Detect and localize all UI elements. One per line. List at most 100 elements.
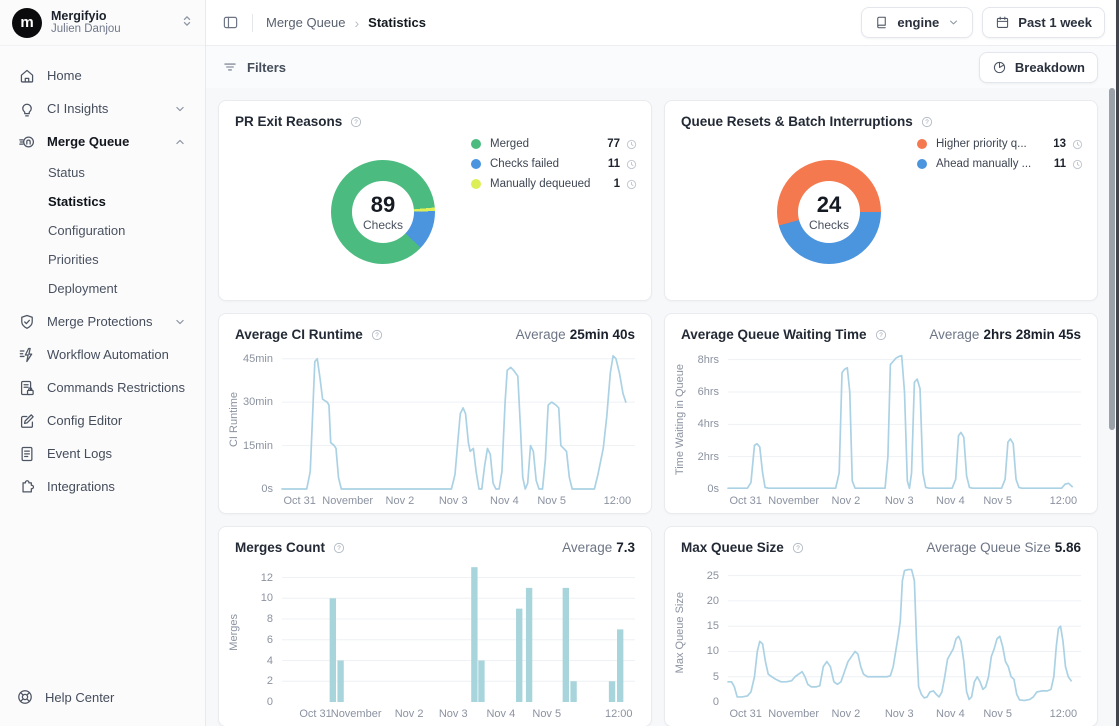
sidebar-subitem-configuration[interactable]: Configuration [10, 216, 195, 245]
breadcrumb-merge-queue[interactable]: Merge Queue [266, 15, 346, 30]
x-tick-label: Nov 3 [439, 495, 468, 507]
x-tick-label: Oct 31 [729, 708, 761, 720]
sidebar-item-merge-queue[interactable]: Merge Queue [10, 125, 195, 158]
topbar-divider [252, 14, 253, 32]
x-tick-label: November [331, 708, 382, 720]
legend-item[interactable]: Ahead manually ...11 [917, 154, 1083, 174]
x-axis-ticks: Oct 31NovemberNov 2Nov 3Nov 4Nov 512:00 [282, 489, 635, 509]
sidebar-item-event-logs[interactable]: Event Logs [10, 437, 195, 470]
legend-color-dot [471, 139, 481, 149]
sidebar-item-label: Home [47, 68, 187, 83]
topbar: Merge Queue › Statistics engine Past 1 w… [206, 0, 1119, 46]
legend-item[interactable]: Manually dequeued1 [471, 174, 637, 194]
workflow-bolt-icon [18, 346, 36, 364]
help-icon[interactable]: ? [874, 328, 888, 342]
y-tick-label: 2hrs [698, 451, 719, 463]
line-chart[interactable] [282, 350, 635, 489]
x-tick-label: Oct 31 [299, 708, 331, 720]
sidebar-item-home[interactable]: Home [10, 59, 195, 92]
sidebar-item-commands-restrictions[interactable]: Commands Restrictions [10, 371, 195, 404]
card-pr-exit-reasons: PR Exit Reasons ? 89 Checks Merged77Chec… [218, 100, 652, 301]
filters-button[interactable]: Filters [222, 59, 286, 75]
doc-lock-icon [18, 379, 36, 397]
repository-select[interactable]: engine [861, 7, 973, 38]
help-icon[interactable]: ? [370, 328, 384, 342]
y-axis-title: CI Runtime [227, 350, 240, 509]
scrollbar-thumb[interactable] [1109, 88, 1115, 430]
svg-text:?: ? [925, 119, 929, 126]
x-tick-label: Nov 3 [439, 708, 468, 720]
sidebar-item-config-editor[interactable]: Config Editor [10, 404, 195, 437]
main-content: PR Exit Reasons ? 89 Checks Merged77Chec… [206, 88, 1119, 726]
y-axis-title: Merges [227, 563, 240, 722]
card-title: Average CI Runtime [235, 327, 363, 342]
help-icon[interactable]: ? [332, 541, 346, 555]
bar-chart[interactable] [282, 563, 635, 702]
sidebar-toggle-button[interactable] [222, 14, 239, 31]
x-tick-label: Nov 5 [532, 708, 561, 720]
sidebar-subitem-deployment[interactable]: Deployment [10, 274, 195, 303]
x-tick-label: Nov 4 [486, 708, 515, 720]
sidebar-item-workflow-automation[interactable]: Workflow Automation [10, 338, 195, 371]
sidebar-subitem-priorities[interactable]: Priorities [10, 245, 195, 274]
line-chart[interactable] [728, 350, 1081, 489]
breakdown-label: Breakdown [1015, 60, 1085, 75]
chart-legend: Higher priority q...13Ahead manually ...… [917, 134, 1083, 174]
lifebuoy-icon [16, 688, 34, 706]
help-center-link[interactable]: Help Center [16, 688, 114, 706]
chart-legend: Merged77Checks failed11Manually dequeued… [471, 134, 637, 194]
legend-item[interactable]: Merged77 [471, 134, 637, 154]
y-axis-ticks: 0s2hrs4hrs6hrs8hrs [686, 350, 728, 489]
clock-icon [1072, 159, 1083, 170]
legend-color-dot [471, 159, 481, 169]
y-tick-label: 10 [261, 592, 273, 604]
legend-label: Higher priority q... [936, 138, 1048, 150]
x-tick-label: Nov 5 [537, 495, 566, 507]
edit-icon [18, 412, 36, 430]
x-tick-label: November [768, 708, 819, 720]
legend-label: Merged [490, 138, 602, 150]
x-tick-label: Nov 3 [885, 708, 914, 720]
puzzle-icon [18, 478, 36, 496]
help-icon[interactable]: ? [920, 115, 934, 129]
donut-chart[interactable]: 89 Checks [331, 160, 435, 264]
y-tick-label: 2 [267, 675, 273, 687]
sidebar-item-ci-insights[interactable]: CI Insights [10, 92, 195, 125]
date-range-button[interactable]: Past 1 week [982, 7, 1105, 38]
sidebar-subitem-statistics[interactable]: Statistics [10, 187, 195, 216]
y-tick-label: 15 [707, 620, 719, 632]
y-tick-label: 8 [267, 613, 273, 625]
x-tick-label: 12:00 [1050, 495, 1078, 507]
y-tick-label: 45min [243, 353, 273, 365]
donut-total-label: Checks [809, 218, 849, 232]
x-tick-label: Nov 4 [490, 495, 519, 507]
y-tick-label: 5 [713, 671, 719, 683]
y-axis-ticks: 024681012 [240, 563, 282, 702]
sidebar-item-label: CI Insights [47, 101, 162, 116]
y-axis-title: Max Queue Size [673, 563, 686, 722]
x-tick-label: Nov 3 [885, 495, 914, 507]
breadcrumb-statistics: Statistics [368, 15, 426, 30]
legend-item[interactable]: Higher priority q...13 [917, 134, 1083, 154]
sidebar-item-label: Workflow Automation [47, 347, 187, 362]
card-queue-resets: Queue Resets & Batch Interruptions ? 24 … [664, 100, 1098, 301]
legend-item[interactable]: Checks failed11 [471, 154, 637, 174]
org-name: Mergifyio [51, 9, 179, 23]
sidebar-subitem-status[interactable]: Status [10, 158, 195, 187]
org-switcher[interactable]: m Mergifyio Julien Danjou [0, 0, 205, 46]
svg-text:?: ? [337, 545, 341, 552]
card-title: Max Queue Size [681, 540, 784, 555]
donut-chart[interactable]: 24 Checks [777, 160, 881, 264]
line-chart[interactable] [728, 563, 1081, 702]
legend-label: Checks failed [490, 158, 602, 170]
breakdown-button[interactable]: Breakdown [979, 52, 1098, 83]
filters-label: Filters [247, 60, 286, 75]
sidebar-item-label: Commands Restrictions [47, 380, 187, 395]
card-max-queue-size: Max Queue Size ? Average Queue Size5.86 … [664, 526, 1098, 726]
help-icon[interactable]: ? [791, 541, 805, 555]
x-tick-label: Nov 5 [983, 495, 1012, 507]
sidebar-item-integrations[interactable]: Integrations [10, 470, 195, 503]
svg-text:?: ? [375, 332, 379, 339]
help-icon[interactable]: ? [349, 115, 363, 129]
sidebar-item-merge-protections[interactable]: Merge Protections [10, 305, 195, 338]
